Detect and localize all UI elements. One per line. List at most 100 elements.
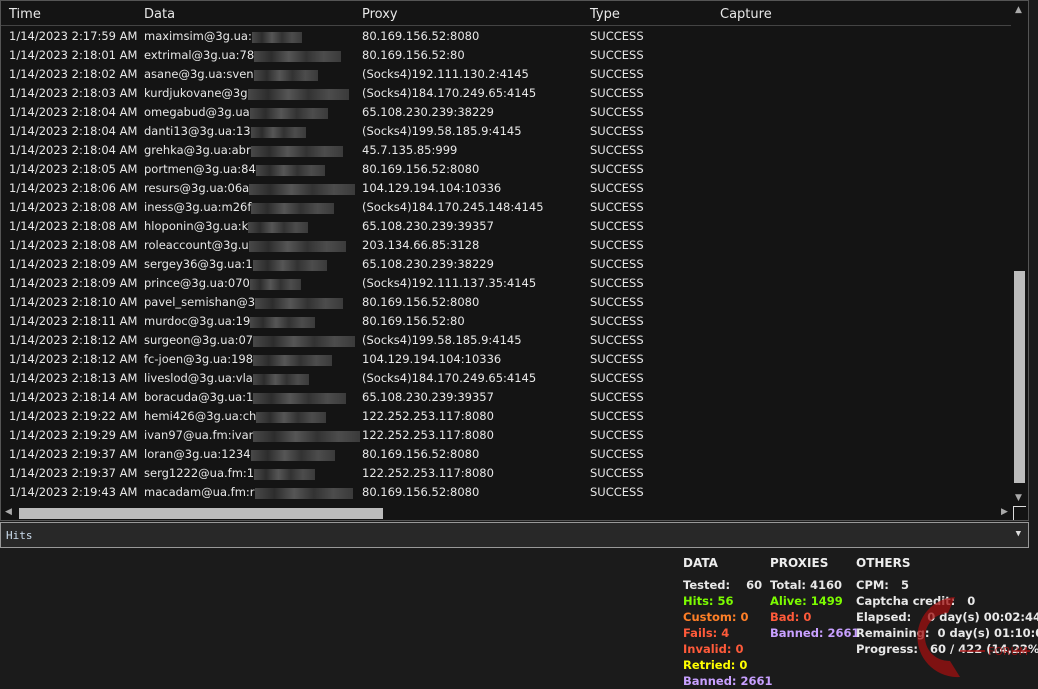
- table-row[interactable]: 1/14/2023 2:18:01 AM extrimal@3g.ua:78 8…: [1, 45, 1011, 64]
- horizontal-scroll-thumb[interactable]: [19, 508, 383, 519]
- cell-data: surgeon@3g.ua:07: [144, 333, 356, 347]
- vertical-scrollbar[interactable]: ▲ ▼: [1011, 1, 1028, 506]
- column-header-data[interactable]: Data: [144, 7, 175, 22]
- cell-time: 1/14/2023 2:19:22 AM: [9, 409, 138, 423]
- scroll-up-icon[interactable]: ▲: [1015, 5, 1022, 15]
- cell-data: grehka@3g.ua:abr: [144, 143, 343, 157]
- redacted-block: [248, 222, 309, 233]
- cell-proxy: 122.252.253.117:8080: [362, 428, 494, 442]
- banned-value: 2661: [740, 674, 773, 688]
- column-header-proxy[interactable]: Proxy: [362, 7, 398, 22]
- cell-proxy: 203.134.66.85:3128: [362, 238, 480, 252]
- cell-proxy: (Socks4)199.58.185.9:4145: [362, 124, 522, 138]
- cell-time: 1/14/2023 2:17:59 AM: [9, 29, 138, 43]
- column-header-capture[interactable]: Capture: [720, 7, 772, 22]
- redacted-block: [253, 70, 318, 81]
- cell-proxy: 45.7.135.85:999: [362, 143, 458, 157]
- table-row[interactable]: 1/14/2023 2:19:22 AM hemi426@3g.ua:ch 12…: [1, 406, 1011, 425]
- progress-value: 60 / 422 (14,22%): [930, 642, 1038, 656]
- table-row[interactable]: 1/14/2023 2:18:11 AM murdoc@3g.ua:19 80.…: [1, 311, 1011, 330]
- cell-time: 1/14/2023 2:18:12 AM: [9, 333, 138, 347]
- cell-type: SUCCESS: [590, 124, 644, 138]
- results-grid[interactable]: Time Data Proxy Type Capture 1/14/2023 2…: [0, 0, 1029, 521]
- cell-data: prince@3g.ua:070: [144, 276, 301, 290]
- table-row[interactable]: 1/14/2023 2:18:14 AM boracuda@3g.ua:1 65…: [1, 387, 1011, 406]
- horizontal-scrollbar[interactable]: ◀ ▶: [1, 504, 1011, 520]
- cell-time: 1/14/2023 2:18:04 AM: [9, 124, 138, 138]
- scroll-right-icon[interactable]: ▶: [1001, 507, 1008, 517]
- table-row[interactable]: 1/14/2023 2:18:10 AM pavel_semishan@3 80…: [1, 292, 1011, 311]
- table-row[interactable]: 1/14/2023 2:18:13 AM liveslod@3g.ua:vla …: [1, 368, 1011, 387]
- cell-time: 1/14/2023 2:18:04 AM: [9, 143, 138, 157]
- redacted-block: [248, 241, 346, 252]
- cell-data: liveslod@3g.ua:vla: [144, 371, 309, 385]
- table-row[interactable]: 1/14/2023 2:18:08 AM roleaccount@3g.u 20…: [1, 235, 1011, 254]
- cell-type: SUCCESS: [590, 143, 644, 157]
- cell-proxy: 122.252.253.117:8080: [362, 409, 494, 423]
- table-row[interactable]: 1/14/2023 2:18:04 AM danti13@3g.ua:13 (S…: [1, 121, 1011, 140]
- cell-proxy: (Socks4)192.111.130.2:4145: [362, 67, 529, 81]
- redacted-block: [250, 317, 316, 328]
- cell-data: danti13@3g.ua:13: [144, 124, 306, 138]
- cell-type: SUCCESS: [590, 105, 644, 119]
- cell-proxy: 65.108.230.239:38229: [362, 257, 494, 271]
- cell-type: SUCCESS: [590, 447, 644, 461]
- resize-corner: [1013, 506, 1026, 520]
- cell-type: SUCCESS: [590, 352, 644, 366]
- table-row[interactable]: 1/14/2023 2:18:12 AM surgeon@3g.ua:07 (S…: [1, 330, 1011, 349]
- redacted-block: [251, 203, 335, 214]
- retried-value: 0: [739, 658, 748, 672]
- cell-time: 1/14/2023 2:19:37 AM: [9, 447, 138, 461]
- table-row[interactable]: 1/14/2023 2:19:29 AM ivan97@ua.fm:ivar 1…: [1, 425, 1011, 444]
- cell-time: 1/14/2023 2:19:29 AM: [9, 428, 138, 442]
- table-row[interactable]: 1/14/2023 2:18:08 AM iness@3g.ua:m26f (S…: [1, 197, 1011, 216]
- cell-data: murdoc@3g.ua:19: [144, 314, 316, 328]
- table-row[interactable]: 1/14/2023 2:18:02 AM asane@3g.ua:sven (S…: [1, 64, 1011, 83]
- column-header-time[interactable]: Time: [9, 7, 41, 22]
- tested-value: 60: [746, 578, 763, 592]
- table-row[interactable]: 1/14/2023 2:19:37 AM serg1222@ua.fm:1 12…: [1, 463, 1011, 482]
- proxies-alive: 1499: [810, 594, 843, 608]
- fails-value: 4: [721, 626, 730, 640]
- cell-data: omegabud@3g.ua: [144, 105, 328, 119]
- cell-type: SUCCESS: [590, 466, 644, 480]
- redacted-block: [252, 260, 327, 271]
- redacted-block: [249, 279, 301, 290]
- table-row[interactable]: 1/14/2023 2:19:43 AM macadam@ua.fm:r 80.…: [1, 482, 1011, 501]
- table-row[interactable]: 1/14/2023 2:18:08 AM hloponin@3g.ua:k 65…: [1, 216, 1011, 235]
- redacted-block: [253, 355, 333, 366]
- cell-type: SUCCESS: [590, 86, 644, 100]
- cell-type: SUCCESS: [590, 485, 644, 499]
- cell-proxy: (Socks4)192.111.137.35:4145: [362, 276, 537, 290]
- table-row[interactable]: 1/14/2023 2:17:59 AM maximsim@3g.ua: 80.…: [1, 26, 1011, 45]
- column-header-type[interactable]: Type: [590, 7, 620, 22]
- invalid-value: 0: [735, 642, 744, 656]
- cell-type: SUCCESS: [590, 295, 644, 309]
- result-filter-dropdown[interactable]: Hits ▼: [0, 522, 1029, 548]
- cell-data: macadam@ua.fm:r: [144, 485, 353, 499]
- cell-proxy: (Socks4)199.58.185.9:4145: [362, 333, 522, 347]
- table-row[interactable]: 1/14/2023 2:18:06 AM resurs@3g.ua:06a 10…: [1, 178, 1011, 197]
- table-row[interactable]: 1/14/2023 2:18:05 AM portmen@3g.ua:84 80…: [1, 159, 1011, 178]
- cell-type: SUCCESS: [590, 371, 644, 385]
- table-row[interactable]: 1/14/2023 2:18:04 AM grehka@3g.ua:abr 45…: [1, 140, 1011, 159]
- cell-time: 1/14/2023 2:18:08 AM: [9, 238, 138, 252]
- proxies-total: 4160: [810, 578, 843, 592]
- redacted-block: [250, 127, 306, 138]
- cell-data: hemi426@3g.ua:ch: [144, 409, 327, 423]
- hits-value: 56: [717, 594, 734, 608]
- table-row[interactable]: 1/14/2023 2:19:37 AM loran@3g.ua:1234 80…: [1, 444, 1011, 463]
- cell-time: 1/14/2023 2:18:08 AM: [9, 200, 138, 214]
- scroll-down-icon[interactable]: ▼: [1015, 493, 1022, 503]
- cell-time: 1/14/2023 2:18:14 AM: [9, 390, 138, 404]
- cell-data: asane@3g.ua:sven: [144, 67, 318, 81]
- vertical-scroll-thumb[interactable]: [1014, 271, 1025, 483]
- table-row[interactable]: 1/14/2023 2:18:04 AM omegabud@3g.ua 65.1…: [1, 102, 1011, 121]
- redacted-block: [253, 336, 356, 347]
- table-row[interactable]: 1/14/2023 2:18:09 AM sergey36@3g.ua:1 65…: [1, 254, 1011, 273]
- table-row[interactable]: 1/14/2023 2:18:12 AM fc-joen@3g.ua:198 1…: [1, 349, 1011, 368]
- table-row[interactable]: 1/14/2023 2:18:09 AM prince@3g.ua:070 (S…: [1, 273, 1011, 292]
- scroll-left-icon[interactable]: ◀: [5, 507, 12, 517]
- table-row[interactable]: 1/14/2023 2:18:03 AM kurdjukovane@3g (So…: [1, 83, 1011, 102]
- cell-data: pavel_semishan@3: [144, 295, 344, 309]
